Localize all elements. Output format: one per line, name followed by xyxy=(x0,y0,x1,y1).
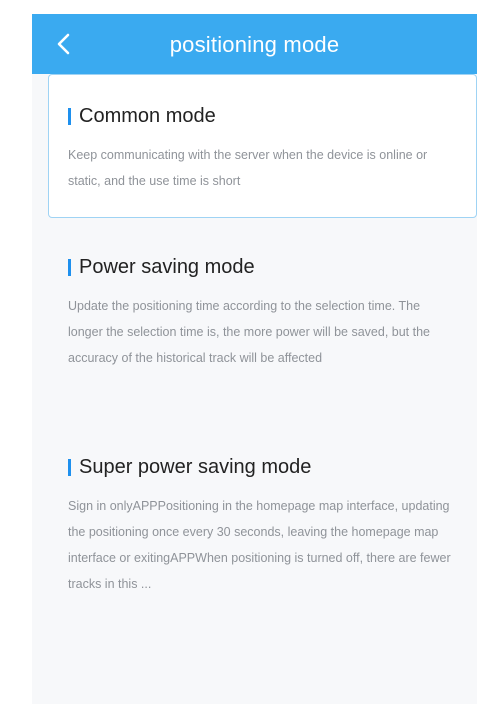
mode-description: Keep communicating with the server when … xyxy=(68,148,428,188)
mode-title-row: Super power saving mode xyxy=(68,456,457,479)
chevron-left-icon xyxy=(54,32,74,56)
mode-description: Update the positioning time according to… xyxy=(68,299,430,365)
mode-option-super-power-saving[interactable]: Super power saving mode Sign in onlyAPPP… xyxy=(32,456,477,597)
top-navigation-bar: positioning mode xyxy=(32,14,477,74)
page-title: positioning mode xyxy=(169,32,340,57)
mode-title-row: Common mode xyxy=(68,105,462,128)
mode-title: Common mode xyxy=(79,105,216,127)
mode-option-common[interactable]: Common mode Keep communicating with the … xyxy=(48,74,477,218)
mode-title: Power saving mode xyxy=(79,256,255,278)
mode-description: Sign in onlyAPPPositioning in the homepa… xyxy=(68,499,451,591)
mode-title-row: Power saving mode xyxy=(68,256,457,279)
mode-option-power-saving[interactable]: Power saving mode Update the positioning… xyxy=(32,256,477,426)
title-accent-bar xyxy=(68,459,71,476)
mode-title: Super power saving mode xyxy=(79,456,312,478)
title-accent-bar xyxy=(68,259,71,276)
mode-list: Common mode Keep communicating with the … xyxy=(32,74,477,597)
title-accent-bar xyxy=(68,108,71,125)
app-screen: positioning mode Common mode Keep commun… xyxy=(32,14,477,704)
back-button[interactable] xyxy=(46,26,82,62)
